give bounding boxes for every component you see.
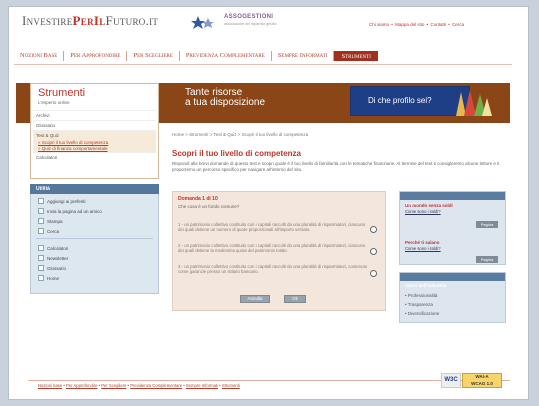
home-icon [38,275,44,281]
search-icon [38,228,44,234]
partner-tagline: associazione del risparmio gestito [224,22,277,26]
nav-nozioni-base[interactable]: Nozioni Base [14,51,65,61]
menu-item-archivi[interactable]: Archivi [33,110,156,120]
footer-link-approfondire[interactable]: Per Approfondire [66,383,97,388]
toplink-about[interactable]: Chi siamo [369,22,389,27]
menu-item-test-quiz[interactable]: Test & Quiz [33,130,156,140]
banner-headline: Tante risorse a tua disposizione [185,88,265,108]
util-label: Calcolatori [47,245,69,251]
nav-previdenza[interactable]: Previdenza Complementare [180,51,272,61]
people-figures-icon [456,90,492,116]
menu-item-calcolatori[interactable]: Calcolatori [33,152,156,162]
wai-badge[interactable]: WAI-A WCAG 1.0 [462,373,502,388]
footer-link-strumenti[interactable]: Strumenti [222,383,240,388]
util-calcolatori[interactable]: Calcolatori [38,245,68,251]
ok-button[interactable]: Ok [284,295,306,303]
util-label: Stampa [47,218,63,224]
answer-1-radio[interactable] [370,226,377,233]
answer-2-radio[interactable] [370,248,377,255]
news-item-1-title: Un mondo senza soldi [405,203,453,208]
question-text: Che cosa è un fondo comune? [178,204,240,209]
util-label: Newsletter [47,255,69,261]
util-send-friend[interactable]: Invia la pagina ad un amico [38,208,102,214]
value-item-professionalita[interactable]: • Professionalità [405,293,437,298]
util-glossario[interactable]: Glossario [38,265,66,271]
footer-link-scegliere[interactable]: Per Scegliere [101,383,126,388]
breadcrumb[interactable]: Home > Strumenti > Test & Quiz > Scopri … [172,132,308,137]
page-title: Scopri il tuo livello di competenza [172,149,301,158]
utilities-title: Utilità [36,186,50,192]
util-add-favorites[interactable]: Aggiungi ai preferiti [38,198,86,204]
intro-text: Rispondi alle brevi domande di questo te… [172,161,500,172]
calculator-icon [38,245,44,251]
newsletter-icon [38,255,44,261]
news-header: Novità [400,192,505,207]
wai-standard: WCAG 1.0 [471,380,493,386]
footer-divider [28,380,510,381]
util-print[interactable]: Stampa [38,218,63,224]
answer-3-radio[interactable] [370,270,377,277]
banner-line2: a tua disposizione [185,97,266,108]
profile-cta-label: Di che profilo sei? [368,96,432,105]
util-label: Invia la pagina ad un amico [47,208,102,214]
footer-link-informati[interactable]: Sempre Informati [186,383,218,388]
w3c-badge[interactable]: W3C [441,373,461,388]
news-item-2-title: Perché ti salano [405,240,440,245]
footer-link-nozioni[interactable]: Nozioni base [38,383,62,388]
values-title: Valori dell'industria [405,283,447,288]
util-label: Aggiungi ai preferiti [47,198,86,204]
book-icon [38,265,44,271]
nav-sempre-informati[interactable]: Sempre Informati [272,51,335,61]
main-nav: Nozioni Base Per Approfondire Per Scegli… [14,49,512,63]
values-header: Valori dell'industria [400,273,505,288]
print-icon [38,218,44,224]
util-newsletter[interactable]: Newsletter [38,255,68,261]
util-label: Home [47,275,60,281]
section-title: Strumenti [38,87,86,99]
nav-strumenti[interactable]: Strumenti [334,51,378,61]
question-counter: Domanda 1 di 10 [178,196,218,202]
value-item-trasparenza[interactable]: • Trasparenza [405,302,433,307]
news-item-1-link[interactable]: Come sono i soldi? [405,209,441,214]
nav-per-scegliere[interactable]: Per Scegliere [127,51,180,61]
util-search[interactable]: Cerca [38,228,59,234]
top-links: Chi siamo • Mappa del sito • Contatti • … [369,22,465,27]
footer-link-previdenza[interactable]: Previdenza Complementare [130,383,182,388]
toplink-search[interactable]: Cerca [452,22,464,27]
nav-divider [14,64,512,65]
footer-links: Nozioni base • Per Approfondire • Per Sc… [38,383,240,388]
toplink-sitemap[interactable]: Mappa del sito [395,22,424,27]
value-item-diversificazione[interactable]: • Diversificazione [405,311,439,316]
section-menu-list: Archivi Glossario Test & Quiz » Scopri i… [33,110,156,162]
logo-star-icon [191,16,214,29]
section-subtitle: L'esperto online [38,100,70,105]
util-label: Glossario [47,265,67,271]
cancel-button[interactable]: Annulla [240,295,270,303]
util-label: Cerca [47,228,60,234]
site-logo[interactable]: InvestirePerIlFuturo.it [22,13,158,29]
mail-icon [38,208,44,214]
utilities-divider [36,238,153,239]
star-icon [38,198,44,204]
toplink-contacts[interactable]: Contatti [430,22,446,27]
answer-3-text: 3 - un patrimonio collettivo costituito … [178,264,368,275]
answer-2-text: 2 - un patrimonio collettivo costituito … [178,243,366,254]
news-item-1-button[interactable]: Pagina [476,221,498,228]
partner-logo[interactable]: ASSOGESTIONI [224,14,273,20]
util-home[interactable]: Home [38,275,59,281]
menu-item-glossario[interactable]: Glossario [33,120,156,130]
news-item-2-link[interactable]: Come sono i soldi? [405,246,441,251]
nav-per-approfondire[interactable]: Per Approfondire [64,51,128,61]
news-item-2-button[interactable]: Pagina [476,256,498,263]
answer-1-text: 1 - un patrimonio collettivo costituito … [178,222,366,233]
